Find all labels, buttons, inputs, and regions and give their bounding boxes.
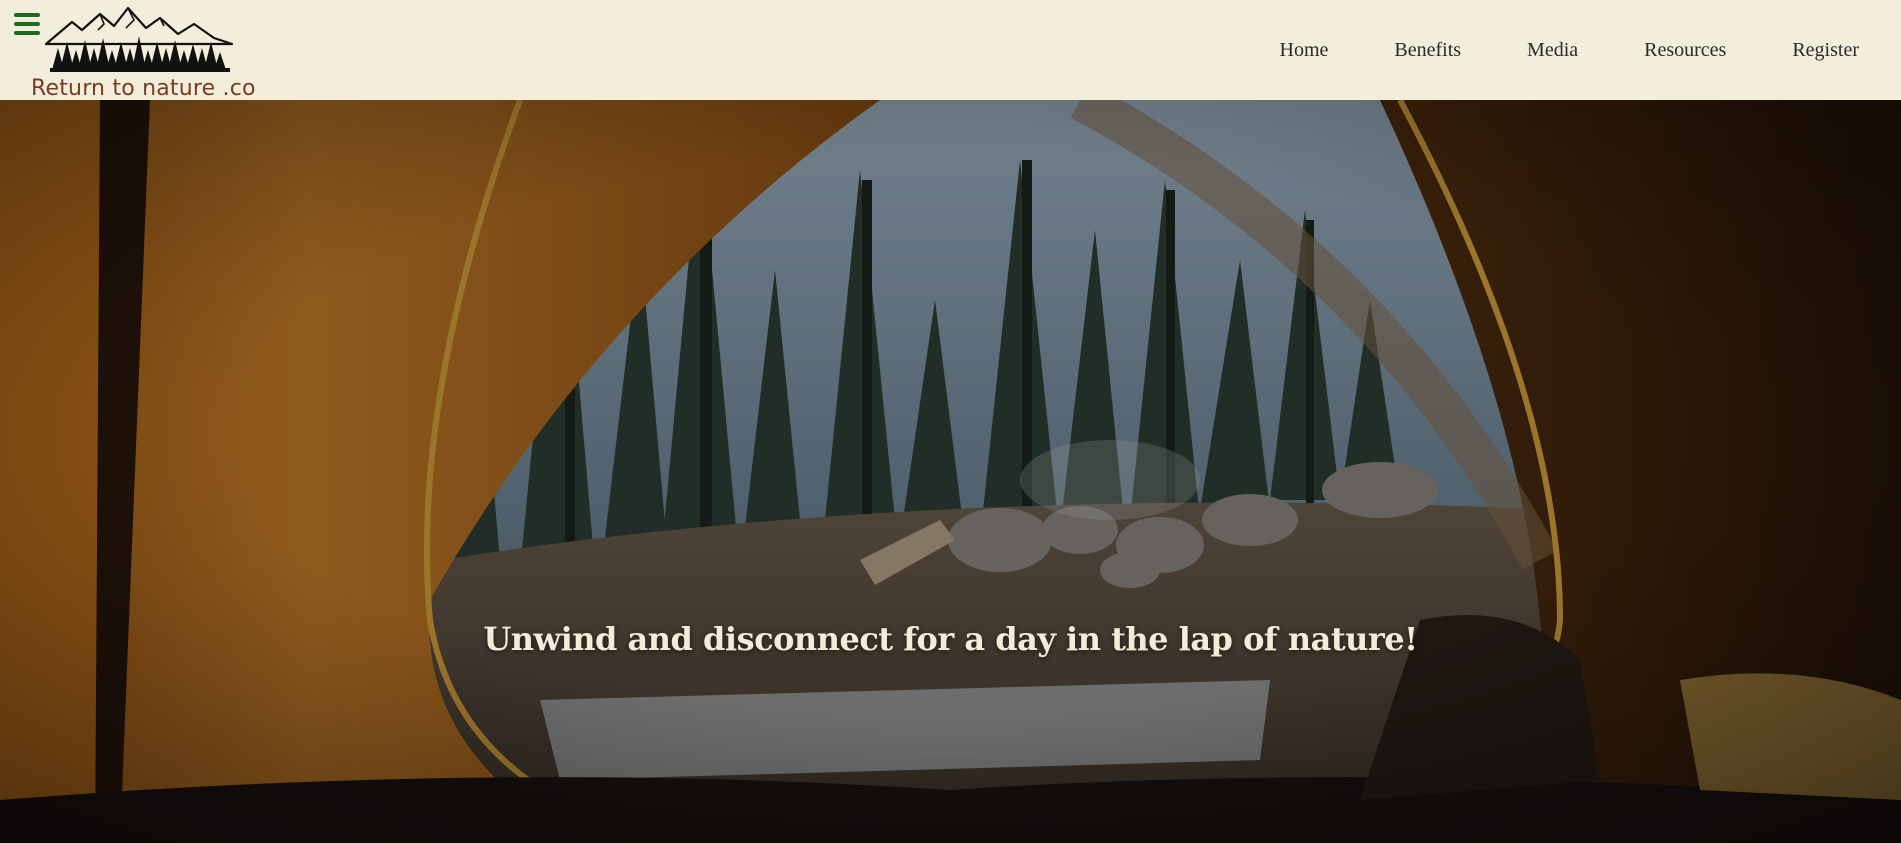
nav-resources[interactable]: Resources <box>1644 39 1726 62</box>
nav-benefits[interactable]: Benefits <box>1394 39 1461 62</box>
hero-image <box>0 100 1901 843</box>
hero-tagline: Unwind and disconnect for a day in the l… <box>483 620 1418 658</box>
nav-home[interactable]: Home <box>1280 39 1329 62</box>
brand-name: Return to nature .co <box>31 76 256 101</box>
mountain-forest-logo-icon <box>44 6 234 72</box>
site-header: Return to nature .co Home Benefits Media… <box>0 0 1901 101</box>
nav-register[interactable]: Register <box>1792 39 1859 62</box>
hero-section: Unwind and disconnect for a day in the l… <box>0 100 1901 843</box>
brand-logo-link[interactable]: Return to nature .co <box>28 4 256 101</box>
nav-media[interactable]: Media <box>1527 39 1578 62</box>
main-nav: Home Benefits Media Resources Register <box>1280 0 1860 100</box>
